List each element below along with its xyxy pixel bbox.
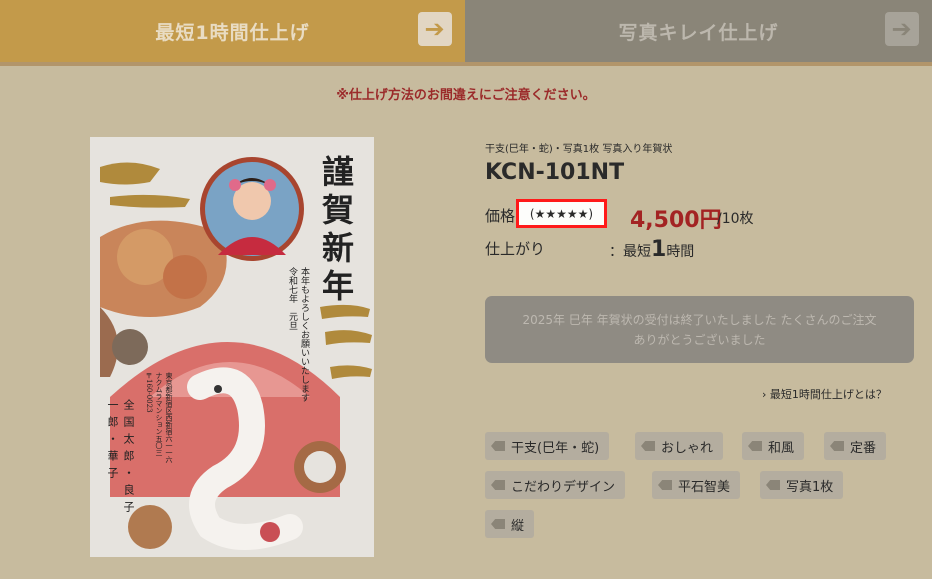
finish-method-tabs: 最短1時間仕上げ ➔ 写真キレイ仕上げ ➔ [0, 0, 932, 62]
tag-icon [641, 441, 655, 451]
tag-oshare[interactable]: おしゃれ [635, 432, 724, 460]
product-subtitle: 干支(巳年・蛇)・写真1枚 写真入り年賀状 [485, 144, 673, 155]
order-closed-line: 2025年 巳年 年賀状の受付は終了いたしました たくさんのご注文 [522, 312, 877, 327]
tag-label: 定番 [850, 440, 877, 456]
notice-text: ※仕上げ方法のお間違えにご注意ください。 [336, 88, 596, 103]
tag-designer[interactable]: 平石智美 [652, 471, 741, 499]
finish-suffix: 時間 [666, 244, 695, 260]
finish-prefix: ：最短 [609, 244, 651, 260]
card-names: 全国太郎・良子 一郎・華子 [104, 399, 136, 549]
card-title-char: 賀 [321, 191, 354, 229]
order-closed-line: ありがとうございました [633, 332, 766, 347]
tag-eto[interactable]: 干支(巳年・蛇) [485, 432, 610, 460]
arrow-right-icon: ➔ [418, 12, 452, 46]
card-title-char: 謹 [321, 153, 354, 191]
tab-photo-quality-finish-label: 写真キレイ仕上げ [618, 21, 779, 44]
finish-label: 仕上がり [485, 240, 546, 258]
price-label: 価格 [485, 207, 516, 225]
finish-number: 1 [651, 237, 667, 262]
card-name: 一郎・華子 [106, 399, 119, 484]
tag-kodawari[interactable]: こだわりデザイン [485, 471, 626, 499]
tag-label: 干支(巳年・蛇) [511, 440, 600, 456]
finish-time: ：最短 1 時間 [609, 237, 694, 262]
tag-label: 和風 [768, 440, 795, 456]
card-title: 謹 賀 新 年 [318, 153, 358, 305]
tag-icon [766, 480, 780, 490]
tag-label: 縦 [511, 518, 525, 534]
tag-photo-count[interactable]: 写真1枚 [760, 471, 844, 499]
tag-icon [658, 480, 672, 490]
tag-label: 平石智美 [678, 479, 731, 495]
tag-icon [491, 480, 505, 490]
fastest-finish-info-link[interactable]: › 最短1時間仕上げとは？ [762, 386, 887, 402]
tag-label: こだわりデザイン [511, 479, 616, 495]
fastest-finish-info-label: 最短1時間仕上げとは？ [769, 388, 887, 401]
arrow-right-icon: ➔ [885, 12, 919, 46]
card-address-line: ナクムラマンション五〇三 [155, 372, 163, 456]
tag-label: 写真1枚 [786, 479, 834, 495]
card-title-char: 年 [321, 267, 354, 305]
rating-stars: (★★★★★) [516, 199, 607, 228]
tag-tate[interactable]: 縦 [485, 510, 535, 538]
chevron-right-icon: › [762, 388, 770, 401]
tag-wafu[interactable]: 和風 [742, 432, 805, 460]
tab-underline [0, 62, 932, 66]
price-unit: /10枚 [717, 211, 754, 227]
product-price: 4,500円 [630, 208, 722, 233]
card-greeting: 本年もよろしくお願いいたします 令和七年 元旦 [286, 267, 310, 407]
tag-icon [491, 519, 505, 529]
card-address-line: 東京都新宿区西新宿六一一六 [165, 372, 173, 463]
product-image[interactable]: 謹 賀 新 年 本年もよろしくお願いいたします 令和七年 元旦 東京都新宿区西新… [90, 137, 374, 557]
card-greeting-line: 令和七年 元旦 [287, 267, 297, 330]
tag-icon [748, 441, 762, 451]
card-name: 全国太郎・良子 [122, 399, 135, 518]
card-address: 東京都新宿区西新宿六一一六 ナクムラマンション五〇三 〒160-0023 [144, 372, 174, 542]
tab-fastest-finish-label: 最短1時間仕上げ [155, 21, 310, 44]
card-address-line: 〒160-0023 [145, 372, 153, 413]
card-greeting-line: 本年もよろしくお願いいたします [299, 267, 309, 402]
card-title-char: 新 [321, 229, 354, 267]
tag-icon [491, 441, 505, 451]
tab-fastest-finish[interactable]: 最短1時間仕上げ ➔ [0, 0, 465, 62]
tag-icon [830, 441, 844, 451]
product-code: KCN-101NT [485, 160, 625, 185]
tab-photo-quality-finish[interactable]: 写真キレイ仕上げ ➔ [465, 0, 932, 62]
tag-teiban[interactable]: 定番 [824, 432, 887, 460]
order-closed-button[interactable]: 2025年 巳年 年賀状の受付は終了いたしました たくさんのご注文 ありがとうご… [485, 296, 914, 363]
tag-label: おしゃれ [661, 440, 714, 456]
